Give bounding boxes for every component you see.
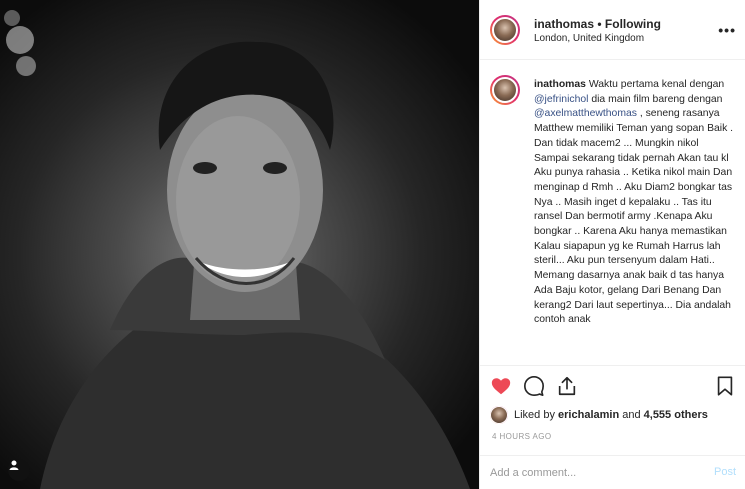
post-photo[interactable] xyxy=(0,0,479,489)
header-user-line: inathomas • Following xyxy=(534,17,661,31)
share-icon[interactable] xyxy=(556,375,578,397)
mention-link[interactable]: @axelmatthewthomas xyxy=(534,108,637,119)
comment-input[interactable] xyxy=(490,464,690,482)
header-separator: • xyxy=(597,17,602,31)
caption-segment: dia main film bareng dengan xyxy=(588,93,723,105)
likes-middle: and xyxy=(619,409,644,421)
avatar[interactable] xyxy=(490,406,508,424)
follow-status-button[interactable]: Following xyxy=(605,17,661,31)
caption-text: inathomas Waktu pertama kenal dengan @je… xyxy=(534,78,736,328)
post-comment-button[interactable]: Post xyxy=(714,466,736,478)
post-timestamp[interactable]: 4 HOURS AGO xyxy=(492,432,552,441)
caption-scroll-area[interactable]: inathomas Waktu pertama kenal dengan @je… xyxy=(480,60,745,365)
header-username[interactable]: inathomas xyxy=(534,17,594,31)
caption-username[interactable]: inathomas xyxy=(534,79,586,90)
likes-prefix: Liked by xyxy=(514,409,559,421)
liked-by-user-link[interactable]: erichalamin xyxy=(558,409,619,421)
location-link[interactable]: London, United Kingdom xyxy=(534,33,644,44)
heart-icon[interactable] xyxy=(490,375,512,397)
caption-segment: Waktu pertama kenal dengan xyxy=(585,79,725,90)
post-header: inathomas • Following London, United Kin… xyxy=(480,0,745,60)
comment-icon[interactable] xyxy=(523,375,545,397)
comment-box: Post xyxy=(480,455,745,489)
likes-count-link[interactable]: 4,555 others xyxy=(644,409,708,421)
avatar[interactable] xyxy=(490,75,520,105)
post-side-panel: inathomas • Following London, United Kin… xyxy=(479,0,745,489)
more-options-icon[interactable]: ••• xyxy=(718,22,736,38)
portrait-image xyxy=(4,10,470,489)
bookmark-icon[interactable] xyxy=(714,375,736,397)
likes-line: Liked by erichalamin and 4,555 others xyxy=(490,404,708,426)
avatar[interactable] xyxy=(490,15,520,45)
mention-link[interactable]: @jefrinichol xyxy=(534,94,588,105)
user-tag-icon[interactable] xyxy=(8,459,30,481)
caption-segment: , seneng rasanya Matthew memiliki Teman … xyxy=(534,108,734,326)
